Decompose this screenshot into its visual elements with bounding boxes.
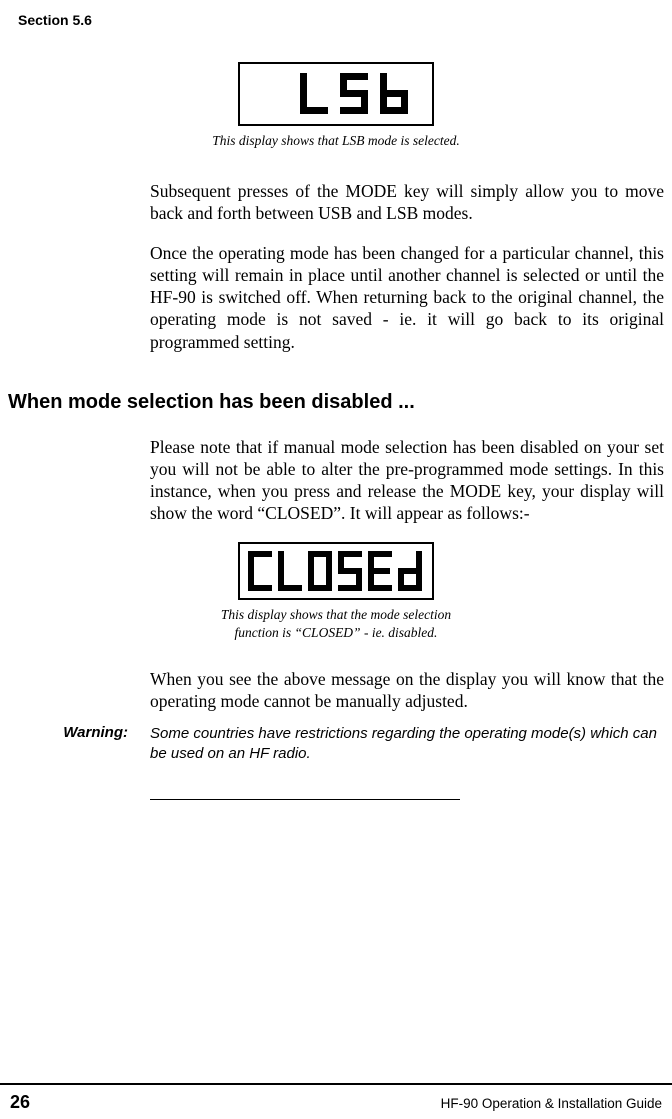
lcd-closed-icon — [246, 549, 426, 593]
paragraph-1: Subsequent presses of the MODE key will … — [150, 180, 664, 224]
warning-row: Warning: Some countries have restriction… — [0, 724, 672, 763]
footer: 26 HF-90 Operation & Installation Guide — [0, 1083, 672, 1119]
lcd-display-closed — [238, 542, 434, 600]
lcd-caption-1: This display shows that LSB mode is sele… — [0, 132, 672, 150]
lcd-lsb-icon — [296, 69, 426, 119]
lcd-display-lsb — [238, 62, 434, 126]
page: Section 5.6 — [0, 0, 672, 1119]
lcd-caption-2b: function is “CLOSED” - ie. disabled. — [0, 624, 672, 642]
content-area: This display shows that LSB mode is sele… — [0, 62, 672, 800]
paragraph-block-2: Please note that if manual mode selectio… — [150, 436, 664, 524]
paragraph-4: When you see the above message on the di… — [150, 668, 664, 712]
lcd-caption-2a: This display shows that the mode selecti… — [0, 606, 672, 624]
warning-label: Warning: — [0, 724, 150, 763]
guide-name: HF-90 Operation & Installation Guide — [441, 1096, 662, 1111]
warning-text: Some countries have restrictions regardi… — [150, 724, 664, 763]
divider-line — [150, 799, 460, 800]
page-number: 26 — [10, 1092, 30, 1113]
paragraph-block-1: Subsequent presses of the MODE key will … — [150, 180, 664, 352]
paragraph-2: Once the operating mode has been changed… — [150, 242, 664, 352]
section-label: Section 5.6 — [18, 12, 92, 28]
subheading: When mode selection has been disabled ..… — [0, 391, 672, 414]
paragraph-block-3: When you see the above message on the di… — [150, 668, 664, 712]
paragraph-3: Please note that if manual mode selectio… — [150, 436, 664, 524]
